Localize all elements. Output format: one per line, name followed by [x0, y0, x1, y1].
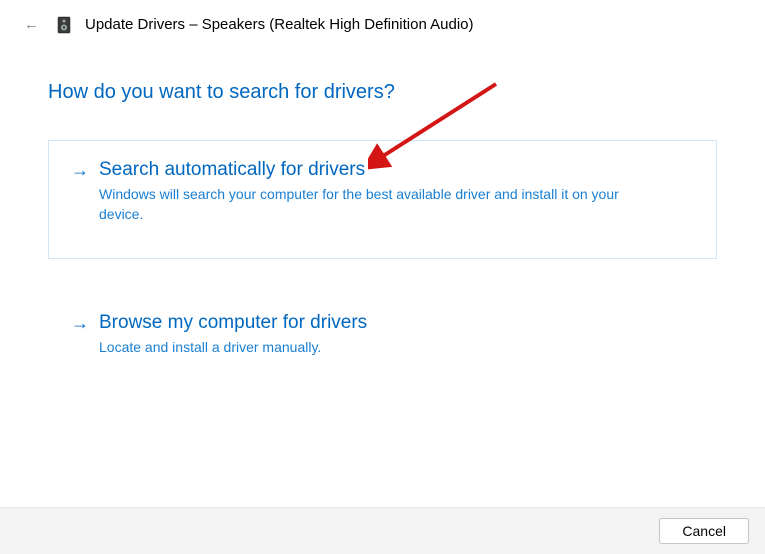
option-title: Search automatically for drivers: [99, 159, 365, 181]
option-title: Browse my computer for drivers: [99, 312, 367, 334]
option-browse-computer[interactable]: → Browse my computer for drivers Locate …: [48, 293, 717, 369]
back-button[interactable]: ←: [20, 14, 43, 35]
option-description: Locate and install a driver manually.: [99, 338, 639, 358]
arrow-right-icon: →: [71, 160, 89, 181]
cancel-button[interactable]: Cancel: [659, 518, 749, 544]
dialog-footer: Cancel: [0, 507, 765, 554]
content-area: How do you want to search for drivers? →…: [0, 35, 765, 369]
option-description: Windows will search your computer for th…: [99, 185, 639, 224]
window-title: Update Drivers – Speakers (Realtek High …: [85, 16, 474, 33]
device-icon: [57, 16, 71, 34]
page-heading: How do you want to search for drivers?: [48, 81, 717, 104]
option-search-automatically[interactable]: → Search automatically for drivers Windo…: [48, 140, 717, 259]
arrow-right-icon: →: [71, 313, 89, 334]
titlebar: ← Update Drivers – Speakers (Realtek Hig…: [0, 0, 765, 35]
